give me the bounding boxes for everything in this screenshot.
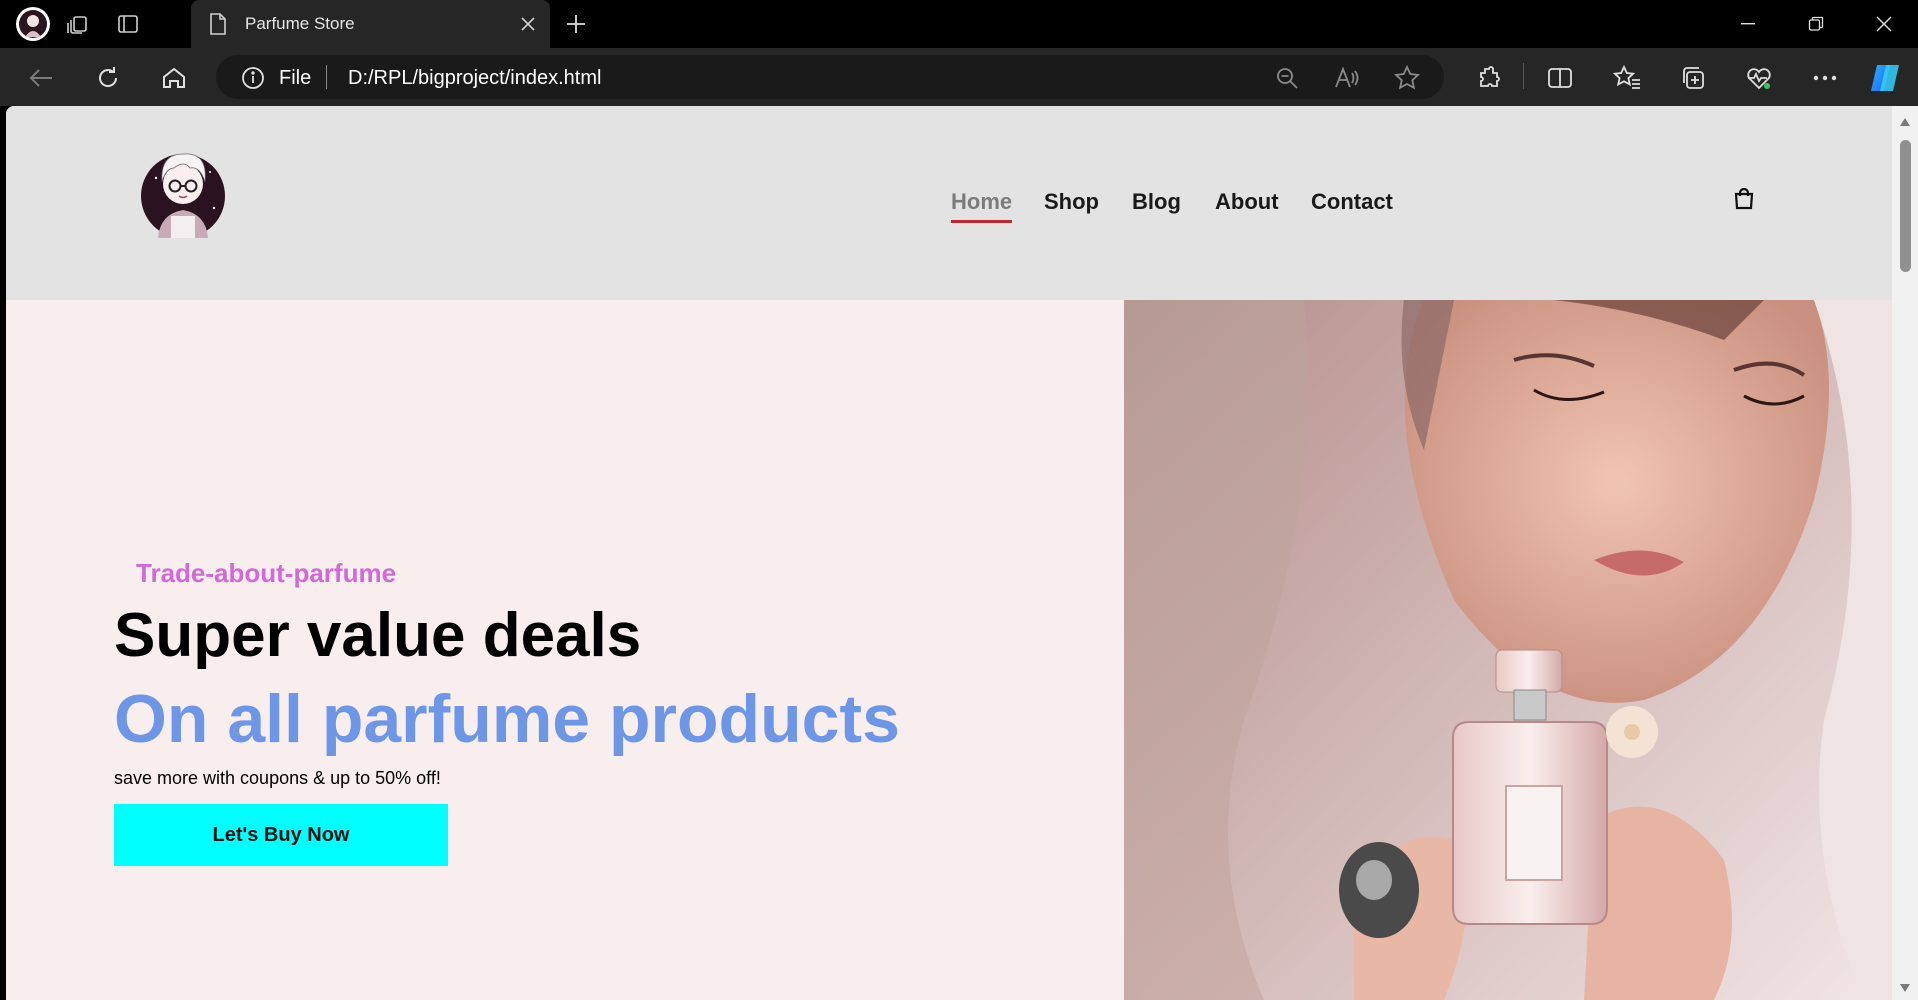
- nav-shop[interactable]: Shop: [1044, 189, 1099, 215]
- tab-actions-icon[interactable]: [112, 8, 144, 40]
- browser-title-bar: Parfume Store: [0, 0, 1918, 48]
- url-text[interactable]: D:/RPL/bigproject/index.html: [348, 67, 601, 90]
- shopping-bag-icon[interactable]: [1734, 187, 1754, 215]
- more-icon[interactable]: [1808, 61, 1842, 95]
- hero-headline: Super value deals: [114, 601, 642, 670]
- scroll-thumb[interactable]: [1900, 140, 1911, 272]
- zoom-out-icon[interactable]: [1274, 65, 1300, 91]
- refresh-icon[interactable]: [91, 61, 125, 95]
- favorites-icon[interactable]: [1610, 61, 1644, 95]
- toolbar-separator: [1523, 63, 1524, 89]
- nav-contact[interactable]: Contact: [1311, 189, 1393, 215]
- scroll-down-icon[interactable]: [1899, 980, 1911, 998]
- back-arrow-icon[interactable]: [24, 61, 58, 95]
- hero-subheadline: On all parfume products: [114, 681, 900, 757]
- scroll-up-icon[interactable]: [1899, 114, 1911, 132]
- favorite-star-icon[interactable]: [1394, 65, 1420, 91]
- plus-icon[interactable]: [560, 8, 592, 40]
- minimize-icon[interactable]: [1714, 0, 1782, 48]
- logo[interactable]: [138, 138, 228, 258]
- workspaces-icon[interactable]: [62, 8, 94, 40]
- page-viewport: Home Shop Blog About Contact Trade-about…: [6, 106, 1918, 1000]
- restore-icon[interactable]: [1782, 0, 1850, 48]
- browser-toolbar: File D:/RPL/bigproject/index.html: [0, 48, 1918, 106]
- hero-kicker: Trade-about-parfume: [136, 558, 397, 588]
- split-screen-icon[interactable]: [1543, 61, 1577, 95]
- address-separator: [326, 65, 327, 89]
- site-header: Home Shop Blog About Contact: [6, 106, 1892, 300]
- info-icon[interactable]: [241, 66, 265, 95]
- close-icon[interactable]: [514, 10, 542, 38]
- performance-icon[interactable]: [1742, 61, 1776, 95]
- extensions-icon[interactable]: [1472, 61, 1506, 95]
- tab-title: Parfume Store: [245, 14, 355, 33]
- hero-image: [1124, 300, 1892, 1000]
- profile-avatar-icon[interactable]: [16, 7, 50, 41]
- address-bar[interactable]: File D:/RPL/bigproject/index.html: [216, 55, 1444, 99]
- copilot-icon[interactable]: [1868, 61, 1902, 95]
- home-icon[interactable]: [157, 61, 191, 95]
- hero-description: save more with coupons & up to 50% off!: [114, 768, 441, 788]
- browser-tab[interactable]: Parfume Store: [191, 0, 550, 48]
- page-icon: [209, 13, 227, 40]
- nav-blog[interactable]: Blog: [1132, 189, 1181, 215]
- hero-section: Trade-about-parfume Super value deals On…: [6, 300, 1892, 1000]
- url-scheme: File: [279, 67, 312, 89]
- nav-about[interactable]: About: [1215, 189, 1279, 215]
- collections-icon[interactable]: [1676, 61, 1710, 95]
- read-aloud-icon[interactable]: [1334, 65, 1360, 91]
- page-scrollbar[interactable]: [1892, 106, 1918, 1000]
- buy-now-button[interactable]: Let's Buy Now: [114, 804, 448, 866]
- nav-home[interactable]: Home: [951, 189, 1013, 223]
- window-close-icon[interactable]: [1850, 0, 1918, 48]
